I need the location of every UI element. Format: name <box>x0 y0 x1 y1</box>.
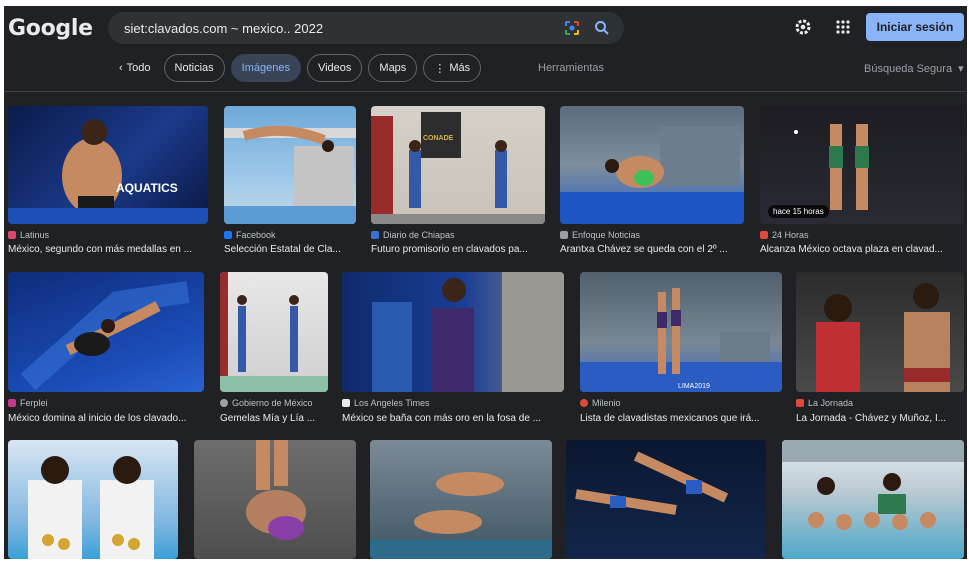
result-title[interactable]: Futuro promisorio en clavados pa... <box>371 244 541 255</box>
result-source[interactable]: Latinus <box>8 230 49 240</box>
result-source-name: Ferplei <box>20 398 48 408</box>
image-result[interactable]: Los Angeles Times México se baña con más… <box>342 272 564 432</box>
search-icon[interactable] <box>594 20 610 36</box>
time-badge: hace 15 horas <box>768 205 829 218</box>
result-thumbnail[interactable] <box>8 272 204 392</box>
favicon-icon <box>760 231 768 239</box>
result-source[interactable]: Enfoque Noticias <box>560 230 640 240</box>
result-title[interactable]: Selección Estatal de Cla... <box>224 244 356 255</box>
image-result[interactable] <box>370 440 552 559</box>
favicon-icon <box>371 231 379 239</box>
settings-gear-icon[interactable] <box>794 18 812 36</box>
tab-maps[interactable]: Maps <box>368 54 418 82</box>
favicon-icon <box>580 399 588 407</box>
result-source[interactable]: Facebook <box>224 230 276 240</box>
result-source-name: Milenio <box>592 398 621 408</box>
result-title[interactable]: Lista de clavadistas mexicanos que irá..… <box>580 413 782 424</box>
google-lens-icon[interactable] <box>564 20 580 36</box>
result-title[interactable]: La Jornada - Chávez y Muñoz, I... <box>796 413 964 424</box>
result-source-name: 24 Horas <box>772 230 809 240</box>
tab-videos[interactable]: Videos <box>306 54 363 82</box>
more-vert-icon: ⋮ <box>434 62 446 75</box>
favicon-icon <box>220 399 228 407</box>
result-thumbnail[interactable]: AQUATICS <box>8 106 208 224</box>
lima-overlay-text: LIMA2019 <box>678 383 710 390</box>
image-result[interactable] <box>566 440 766 559</box>
tab-news[interactable]: Noticias <box>163 54 225 82</box>
safe-search-dropdown[interactable]: Búsqueda Segura ▾ <box>864 62 964 76</box>
result-title[interactable]: México se baña con más oro en la fosa de… <box>342 413 564 424</box>
aquatics-overlay-text: AQUATICS <box>116 181 178 195</box>
result-source-name: La Jornada <box>808 398 854 408</box>
result-thumbnail[interactable] <box>194 440 356 559</box>
image-result[interactable]: Ferplei México domina al inicio de los c… <box>8 272 204 432</box>
result-thumbnail[interactable] <box>220 272 328 392</box>
conade-overlay-text: CONADE <box>423 135 454 142</box>
image-result[interactable]: La Jornada La Jornada - Chávez y Muñoz, … <box>796 272 964 432</box>
result-source[interactable]: Ferplei <box>8 398 48 408</box>
favicon-icon <box>796 399 804 407</box>
result-thumbnail[interactable]: LIMA2019 <box>580 272 782 392</box>
image-result[interactable]: Enfoque Noticias Arantxa Chávez se queda… <box>560 106 744 266</box>
all-results-label: Todo <box>126 62 151 74</box>
search-bar[interactable]: siet:clavados.com ~ mexico.. 2022 <box>108 12 624 44</box>
result-source-name: Diario de Chiapas <box>383 230 455 240</box>
result-title[interactable]: México, segundo con más medallas en ... <box>8 244 208 255</box>
result-thumbnail[interactable] <box>8 440 178 559</box>
image-result[interactable]: LIMA2019 Milenio Lista de clavadistas me… <box>580 272 782 432</box>
result-title[interactable]: Alcanza México octava plaza en clavad... <box>760 244 964 255</box>
tab-more-label: Más <box>449 62 471 74</box>
result-source[interactable]: 24 Horas <box>760 230 809 240</box>
result-title[interactable]: Arantxa Chávez se queda con el 2º ... <box>560 244 744 255</box>
result-thumbnail[interactable] <box>566 440 766 559</box>
chevron-left-icon: ‹ <box>119 62 123 74</box>
favicon-icon <box>224 231 232 239</box>
result-source[interactable]: Los Angeles Times <box>342 398 430 408</box>
favicon-icon <box>8 399 16 407</box>
result-source-name: Gobierno de México <box>232 398 313 408</box>
all-results-link[interactable]: ‹ Todo <box>112 54 158 82</box>
result-thumbnail[interactable] <box>560 106 744 224</box>
image-result[interactable] <box>194 440 356 559</box>
image-result[interactable] <box>8 440 178 559</box>
result-thumbnail[interactable] <box>782 440 964 559</box>
google-images-page: Google siet:clavados.com ~ mexico.. 2022 <box>4 6 967 559</box>
header-divider <box>4 91 967 92</box>
google-logo[interactable]: Google <box>8 16 93 41</box>
favicon-icon <box>8 231 16 239</box>
safe-search-label: Búsqueda Segura <box>864 62 953 75</box>
result-thumbnail[interactable] <box>796 272 964 392</box>
image-result[interactable]: hace 15 horas 24 Horas Alcanza México oc… <box>760 106 964 266</box>
result-source[interactable]: La Jornada <box>796 398 853 408</box>
image-result[interactable]: Facebook Selección Estatal de Cla... <box>224 106 356 266</box>
search-input[interactable]: siet:clavados.com ~ mexico.. 2022 <box>124 21 564 36</box>
result-title[interactable]: México domina al inicio de los clavado..… <box>8 413 204 424</box>
google-apps-icon[interactable] <box>834 18 852 36</box>
tab-more[interactable]: ⋮ Más <box>423 54 482 82</box>
result-thumbnail[interactable]: CONADE <box>371 106 545 224</box>
result-source-name: Los Angeles Times <box>354 398 430 408</box>
result-title[interactable]: Gemelas Mía y Lía ... <box>220 413 328 424</box>
result-thumbnail[interactable]: hace 15 horas <box>760 106 964 224</box>
sign-in-button[interactable]: Iniciar sesión <box>866 13 964 41</box>
result-source-name: Enfoque Noticias <box>572 230 641 240</box>
tools-button[interactable]: Herramientas <box>538 62 604 74</box>
result-thumbnail[interactable] <box>224 106 356 224</box>
image-result[interactable]: Gobierno de México Gemelas Mía y Lía ... <box>220 272 328 432</box>
result-source[interactable]: Milenio <box>580 398 621 408</box>
favicon-icon <box>560 231 568 239</box>
result-source[interactable]: Diario de Chiapas <box>371 230 455 240</box>
dropdown-arrow-icon: ▾ <box>958 63 964 75</box>
result-source-name: Facebook <box>236 230 276 240</box>
result-thumbnail[interactable] <box>370 440 552 559</box>
search-filter-bar: ‹ Todo Noticias Imágenes Videos Maps ⋮ M… <box>112 54 482 82</box>
tab-images[interactable]: Imágenes <box>230 54 301 82</box>
image-result[interactable] <box>782 440 964 559</box>
image-result[interactable]: AQUATICS Latinus México, segundo con más… <box>8 106 208 266</box>
result-source-name: Latinus <box>20 230 50 240</box>
result-source[interactable]: Gobierno de México <box>220 398 313 408</box>
result-thumbnail[interactable] <box>342 272 564 392</box>
favicon-icon <box>342 399 350 407</box>
image-result[interactable]: CONADE Diario de Chiapas Futuro promisor… <box>371 106 545 266</box>
